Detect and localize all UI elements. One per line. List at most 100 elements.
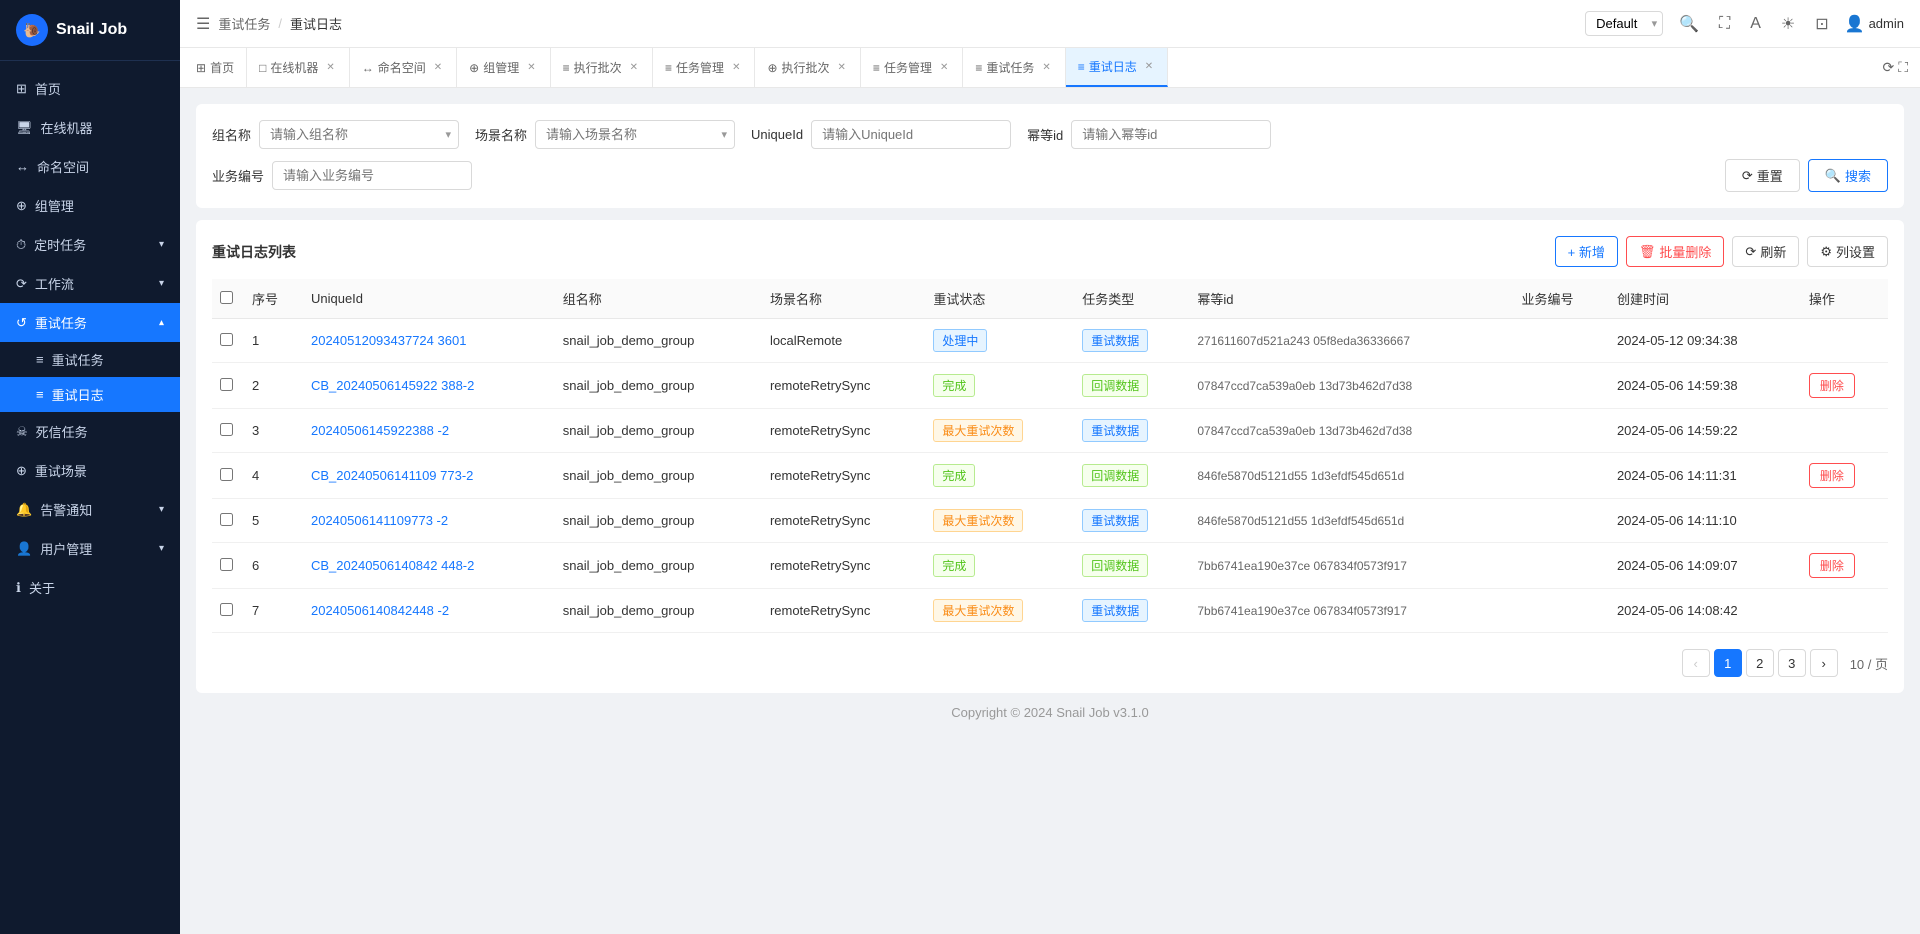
menu-toggle-icon[interactable]: ☰ — [196, 14, 210, 34]
tab-close-task-mgmt2[interactable]: ✕ — [938, 60, 950, 75]
tab-close-task-mgmt[interactable]: ✕ — [730, 60, 742, 75]
header-task-type: 任务类型 — [1074, 279, 1189, 319]
tab-task-management[interactable]: ≡ 任务管理 ✕ — [653, 48, 755, 87]
tab-close-group[interactable]: ✕ — [525, 60, 537, 75]
unique-id-link-0[interactable]: 20240512093437724 3601 — [311, 333, 466, 348]
tab-close-retry-log[interactable]: ✕ — [1143, 59, 1155, 74]
fullscreen-icon[interactable]: ⛶ — [1715, 11, 1734, 37]
admin-account[interactable]: 👤 admin — [1845, 14, 1904, 34]
cell-actions — [1801, 589, 1888, 633]
unique-id-link-5[interactable]: CB_20240506140842 448-2 — [311, 558, 474, 573]
sidebar-item-home[interactable]: ⊞ 首页 — [0, 69, 180, 108]
tab-close-exec-batch[interactable]: ✕ — [628, 60, 640, 75]
search-icon[interactable]: 🔍 — [1675, 10, 1703, 38]
reset-button[interactable]: ⟳ 重置 — [1725, 159, 1800, 192]
tab-close-exec-batch2[interactable]: ✕ — [836, 60, 848, 75]
sidebar-item-retry-scene[interactable]: ⊕ 重试场景 — [0, 451, 180, 490]
filter-row-1: 组名称 场景名称 UniqueId 幂等id — [212, 120, 1888, 149]
status-badge-6: 最大重试次数 — [933, 599, 1023, 622]
row-checkbox-3[interactable] — [220, 468, 233, 481]
curtain-id-input[interactable] — [1071, 120, 1271, 149]
column-settings-button[interactable]: ⚙ 列设置 — [1807, 236, 1888, 267]
language-icon[interactable]: A — [1746, 11, 1765, 37]
row-checkbox-0[interactable] — [220, 333, 233, 346]
sidebar-item-scheduled-tasks[interactable]: ⏱ 定时任务 ▾ — [0, 225, 180, 264]
delete-button-5[interactable]: 删除 — [1809, 553, 1855, 578]
tab-expand-icon[interactable]: ⛶ — [1898, 59, 1908, 76]
cell-group: snail_job_demo_group — [555, 499, 762, 543]
tab-group-icon: ⊕ — [469, 61, 479, 75]
group-name-label: 组名称 — [212, 125, 251, 144]
sidebar-item-retry-tasks[interactable]: ↺ 重试任务 ▾ — [0, 303, 180, 342]
tab-namespace[interactable]: ↔ 命名空间 ✕ — [350, 48, 457, 87]
row-checkbox-1[interactable] — [220, 378, 233, 391]
refresh-icon: ⟳ — [1745, 244, 1756, 260]
row-checkbox-6[interactable] — [220, 603, 233, 616]
unique-id-link-1[interactable]: CB_20240506145922 388-2 — [311, 378, 474, 393]
refresh-button[interactable]: ⟳ 刷新 — [1732, 236, 1799, 267]
sidebar-item-dead-letter[interactable]: ☠ 死信任务 — [0, 412, 180, 451]
page-1-button[interactable]: 1 — [1714, 649, 1742, 677]
cell-seq: 3 — [244, 409, 303, 453]
sidebar-item-group-management[interactable]: ⊕ 组管理 — [0, 186, 180, 225]
theme-icon[interactable]: ☀ — [1777, 10, 1799, 38]
page-3-button[interactable]: 3 — [1778, 649, 1806, 677]
tab-group-management[interactable]: ⊕ 组管理 ✕ — [457, 48, 550, 87]
page-size-label: 10 / 页 — [1850, 654, 1888, 673]
row-checkbox-4[interactable] — [220, 513, 233, 526]
sidebar-item-about[interactable]: ℹ 关于 — [0, 568, 180, 607]
tab-execution-batch[interactable]: ≡ 执行批次 ✕ — [551, 48, 653, 87]
unique-id-link-6[interactable]: 20240506140842448 -2 — [311, 603, 449, 618]
unique-id-link-2[interactable]: 20240506145922388 -2 — [311, 423, 449, 438]
sidebar-item-user-management[interactable]: 👤 用户管理 ▾ — [0, 529, 180, 568]
table-row: 3 20240506145922388 -2 snail_job_demo_gr… — [212, 409, 1888, 453]
tab-refresh-icon[interactable]: ⟳ — [1882, 59, 1894, 76]
unique-id-input[interactable] — [811, 120, 1011, 149]
namespace-icon: ↔ — [16, 159, 29, 174]
info-icon: ℹ — [16, 580, 21, 596]
tab-namespace-label: 命名空间 — [378, 59, 426, 76]
unique-id-link-3[interactable]: CB_20240506141109 773-2 — [311, 468, 473, 483]
tab-retry-task[interactable]: ≡ 重试任务 ✕ — [963, 48, 1065, 87]
group-name-input[interactable] — [259, 120, 459, 149]
select-all-checkbox[interactable] — [220, 291, 233, 304]
split-screen-icon[interactable]: ⊡ — [1811, 10, 1832, 38]
cell-scene: remoteRetrySync — [762, 589, 925, 633]
search-button[interactable]: 🔍 搜索 — [1808, 159, 1888, 192]
group-icon: ⊕ — [16, 198, 27, 214]
delete-button-1[interactable]: 删除 — [1809, 373, 1855, 398]
prev-page-button[interactable]: ‹ — [1682, 649, 1710, 677]
tab-exec-batch2[interactable]: ⊕ 执行批次 ✕ — [755, 48, 860, 87]
add-button[interactable]: + 新增 — [1555, 236, 1618, 267]
unique-id-link-4[interactable]: 20240506141109773 -2 — [311, 513, 448, 528]
cell-unique-id: CB_20240506140842 448-2 — [303, 543, 555, 589]
sidebar-item-online-machines[interactable]: 🖥 在线机器 — [0, 108, 180, 147]
filter-actions: ⟳ 重置 🔍 搜索 — [1725, 159, 1888, 192]
delete-icon: 🗑 — [1639, 244, 1656, 260]
tab-online-machines[interactable]: □ 在线机器 ✕ — [247, 48, 350, 87]
delete-button-3[interactable]: 删除 — [1809, 463, 1855, 488]
tab-close-online[interactable]: ✕ — [324, 60, 336, 75]
sidebar-item-workflow[interactable]: ⟳ 工作流 ▾ — [0, 264, 180, 303]
next-page-button[interactable]: › — [1810, 649, 1838, 677]
batch-delete-button[interactable]: 🗑 批量删除 — [1626, 236, 1725, 267]
tab-close-namespace[interactable]: ✕ — [432, 60, 444, 75]
row-checkbox-5[interactable] — [220, 558, 233, 571]
sidebar-subitem-retry-log[interactable]: ≡ 重试日志 — [0, 377, 180, 412]
scene-name-input[interactable] — [535, 120, 735, 149]
cell-group: snail_job_demo_group — [555, 409, 762, 453]
sidebar-subitem-retry-task[interactable]: ≡ 重试任务 — [0, 342, 180, 377]
tab-home[interactable]: ⊞ 首页 — [184, 48, 247, 87]
tab-task-mgmt2[interactable]: ≡ 任务管理 ✕ — [861, 48, 963, 87]
row-checkbox-cell — [212, 499, 244, 543]
biz-no-input[interactable] — [272, 161, 472, 190]
sidebar-item-namespace[interactable]: ↔ 命名空间 — [0, 147, 180, 186]
tab-task-mgmt-label: 任务管理 — [676, 59, 724, 76]
tab-retry-log[interactable]: ≡ 重试日志 ✕ — [1066, 48, 1168, 87]
default-namespace-select[interactable]: Default — [1585, 11, 1663, 36]
row-checkbox-2[interactable] — [220, 423, 233, 436]
sidebar-item-alert-notice[interactable]: 🔔 告警通知 ▾ — [0, 490, 180, 529]
tab-close-retry-task[interactable]: ✕ — [1040, 60, 1052, 75]
cell-task-type: 回调数据 — [1074, 363, 1189, 409]
page-2-button[interactable]: 2 — [1746, 649, 1774, 677]
